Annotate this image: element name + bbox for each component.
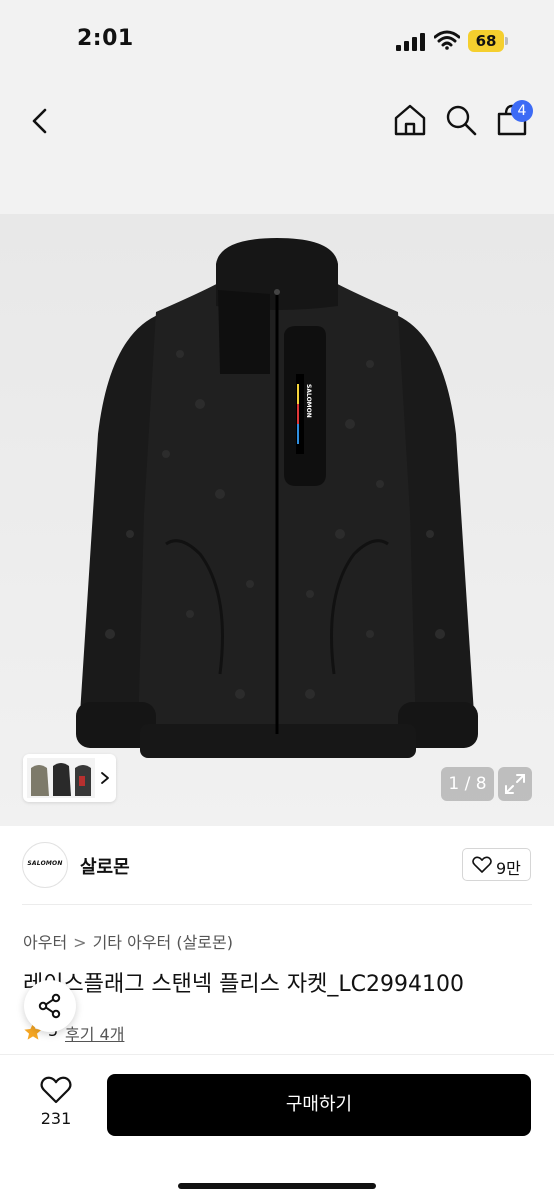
wish-count: 231 [40, 1109, 72, 1128]
product-image-gallery[interactable]: SALOMON 1 / 8 [0, 214, 554, 826]
jacket-brand-label: SALOMON [305, 384, 312, 418]
battery-level: 68 [475, 32, 497, 50]
top-nav [0, 84, 554, 214]
battery-cap [505, 37, 508, 45]
status-bar: 2:01 68 [0, 0, 554, 84]
battery-indicator: 68 [468, 30, 508, 52]
status-time: 2:01 [77, 26, 134, 51]
chevron-right-icon[interactable] [98, 768, 112, 788]
product-title: 레이스플래그 스탠넥 플리스 자켓_LC2994100 [23, 972, 464, 997]
signal-icon [396, 33, 425, 51]
bottom-action-bar: 231 구매하기 [0, 1054, 554, 1200]
thumbnail-images[interactable] [27, 758, 95, 798]
thumbnail-strip[interactable] [23, 754, 116, 802]
expand-icon [505, 774, 525, 794]
share-icon [38, 993, 61, 1019]
brand-like-count: 9만 [496, 859, 521, 878]
breadcrumb-item-other-outer[interactable]: 기타 아우터 (살로몬) [93, 933, 233, 952]
breadcrumb-item-outer[interactable]: 아우터 [23, 933, 67, 952]
review-link[interactable]: 후기 4개 [65, 1021, 124, 1045]
search-icon[interactable] [444, 103, 478, 137]
image-page-indicator: 1 / 8 [441, 767, 494, 801]
brand-name[interactable]: 살로몬 [80, 853, 130, 879]
brand-logo-text: SALOMON [27, 860, 63, 867]
brand-like-button[interactable]: 9만 [462, 848, 531, 881]
wifi-icon [434, 30, 460, 50]
share-button[interactable] [24, 980, 76, 1032]
home-icon[interactable] [392, 102, 428, 138]
heart-icon [472, 856, 492, 873]
product-image-jacket[interactable]: SALOMON [70, 234, 484, 774]
expand-button[interactable] [498, 767, 532, 801]
cart-count-badge: 4 [511, 100, 533, 122]
divider [22, 904, 532, 905]
breadcrumb: 아우터 > 기타 아우터 (살로몬) [23, 929, 233, 953]
back-icon[interactable] [26, 104, 56, 138]
breadcrumb-separator-icon: > [73, 933, 87, 952]
brand-logo[interactable]: SALOMON [22, 842, 68, 888]
brand-row[interactable]: SALOMON 살로몬 9만 [0, 826, 554, 904]
home-indicator [178, 1183, 376, 1189]
heart-icon[interactable] [40, 1075, 72, 1105]
buy-button[interactable]: 구매하기 [107, 1074, 531, 1136]
